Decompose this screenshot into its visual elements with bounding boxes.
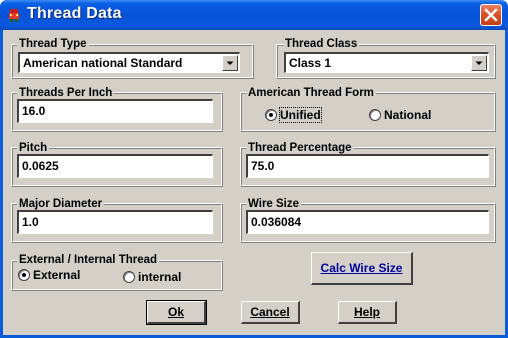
unified-radio[interactable]: Unified [265, 107, 327, 123]
chevron-down-icon [475, 61, 483, 65]
app-icon [9, 9, 19, 22]
title-bar[interactable]: Thread Data [0, 0, 508, 30]
internal-radio[interactable]: internal [123, 270, 193, 285]
external-radio-indicator [18, 269, 30, 281]
national-radio-indicator [369, 109, 381, 121]
internal-radio-label: internal [138, 270, 182, 284]
dialog-window: Thread Data Thread Type American nationa… [0, 0, 508, 338]
dialog-body: Thread Type American national Standard T… [3, 30, 505, 335]
pitch-input[interactable]: 0.0625 [17, 154, 213, 178]
unified-radio-indicator [265, 109, 277, 121]
close-icon [484, 8, 498, 22]
ok-button[interactable]: Ok [146, 300, 207, 325]
ok-button-label: Ok [167, 305, 184, 319]
help-button[interactable]: Help [338, 301, 397, 324]
thread-class-value: Class 1 [289, 56, 332, 70]
thread-percentage-input[interactable]: 75.0 [246, 154, 489, 178]
wire-size-input[interactable]: 0.036084 [246, 210, 489, 234]
thread-class-select[interactable]: Class 1 [284, 52, 489, 73]
cancel-button-label: Cancel [250, 305, 290, 319]
help-button-label: Help [353, 305, 380, 319]
threads-per-inch-input[interactable]: 16.0 [17, 99, 213, 123]
external-radio[interactable]: External [18, 268, 88, 283]
thread-type-label: Thread Type [17, 38, 89, 51]
national-radio[interactable]: National [369, 108, 439, 123]
american-thread-form-label: American Thread Form [246, 87, 376, 100]
unified-radio-label: Unified [279, 107, 322, 123]
ext-int-thread-label: External / Internal Thread [17, 254, 160, 267]
window-title: Thread Data [27, 5, 122, 22]
calc-wire-size-button[interactable]: Calc Wire Size [311, 252, 413, 285]
external-radio-label: External [33, 268, 81, 282]
thread-type-value: American national Standard [23, 56, 183, 70]
internal-radio-indicator [123, 271, 135, 283]
thread-class-label: Thread Class [283, 38, 360, 51]
cancel-button[interactable]: Cancel [241, 301, 300, 324]
thread-type-select[interactable]: American national Standard [18, 52, 240, 73]
major-diameter-input[interactable]: 1.0 [17, 210, 213, 234]
thread-type-dropdown-button[interactable] [222, 55, 238, 71]
calc-wire-size-label: Calc Wire Size [320, 261, 403, 275]
national-radio-label: National [384, 108, 432, 122]
close-button[interactable] [480, 4, 502, 26]
thread-class-dropdown-button[interactable] [471, 55, 487, 71]
chevron-down-icon [226, 61, 234, 65]
